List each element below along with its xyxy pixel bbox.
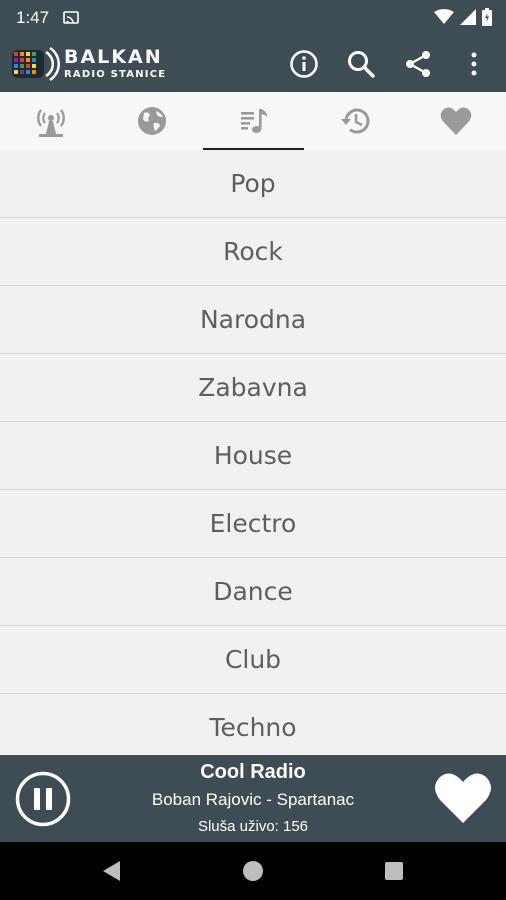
- listener-count: Sluša uživo: 156: [197, 818, 309, 835]
- logo-subtitle: RADIO STANICE: [64, 69, 167, 80]
- home-icon[interactable]: [241, 859, 265, 883]
- status-bar: 1:47: [0, 0, 506, 36]
- cast-icon: [63, 11, 79, 24]
- tab-favorites[interactable]: [405, 92, 506, 150]
- category-tabs: [0, 92, 506, 150]
- globe-icon: [137, 107, 166, 135]
- info-button[interactable]: [286, 46, 322, 82]
- info-icon: [290, 50, 318, 78]
- more-vert-icon: [471, 52, 477, 76]
- genre-item[interactable]: Techno: [0, 694, 506, 755]
- station-name: Cool Radio: [200, 761, 306, 783]
- logo-graphic-icon: [12, 46, 60, 82]
- logo-title: BALKAN: [64, 46, 163, 68]
- genre-item[interactable]: Zabavna: [0, 354, 506, 422]
- now-playing-song: Boban Rajovic - Spartanac: [151, 790, 355, 809]
- back-icon[interactable]: [100, 859, 124, 883]
- wifi-icon: [434, 9, 454, 24]
- signal-icon: [460, 9, 476, 25]
- genre-item[interactable]: Dance: [0, 558, 506, 626]
- battery-icon: [482, 8, 492, 26]
- genre-item[interactable]: Club: [0, 626, 506, 694]
- status-time: 1:47: [16, 8, 50, 27]
- genre-item[interactable]: Rock: [0, 218, 506, 286]
- genre-item[interactable]: House: [0, 422, 506, 490]
- share-button[interactable]: [400, 46, 436, 82]
- genre-item[interactable]: Narodna: [0, 286, 506, 354]
- pause-button[interactable]: [15, 771, 71, 827]
- tab-history[interactable]: [304, 92, 405, 150]
- app-bar: BALKAN RADIO STANICE: [0, 36, 506, 92]
- genre-item[interactable]: Pop: [0, 150, 506, 218]
- tab-genres[interactable]: [203, 92, 304, 150]
- system-nav-bar: [0, 842, 506, 900]
- status-icons: [434, 8, 492, 26]
- recents-icon[interactable]: [382, 859, 406, 883]
- heart-icon: [440, 107, 471, 135]
- share-icon: [406, 51, 430, 77]
- genre-list[interactable]: Pop Rock Narodna Zabavna House Electro Dance Cl…: [0, 150, 506, 755]
- search-icon: [348, 51, 375, 78]
- favorite-button[interactable]: [434, 771, 492, 825]
- overflow-menu-button[interactable]: [456, 46, 492, 82]
- antenna-icon: [36, 109, 65, 137]
- heart-icon: [435, 773, 491, 823]
- now-playing-bar: Cool Radio Boban Rajovic - Spartanac Slu…: [0, 755, 506, 842]
- app-logo: BALKAN RADIO STANICE: [10, 42, 188, 86]
- tab-stations[interactable]: [0, 92, 101, 150]
- history-icon: [340, 108, 369, 134]
- pause-icon: [15, 771, 71, 827]
- tab-countries[interactable]: [101, 92, 202, 150]
- genre-item[interactable]: Electro: [0, 490, 506, 558]
- music-genre-icon: [240, 109, 267, 133]
- search-button[interactable]: [343, 46, 379, 82]
